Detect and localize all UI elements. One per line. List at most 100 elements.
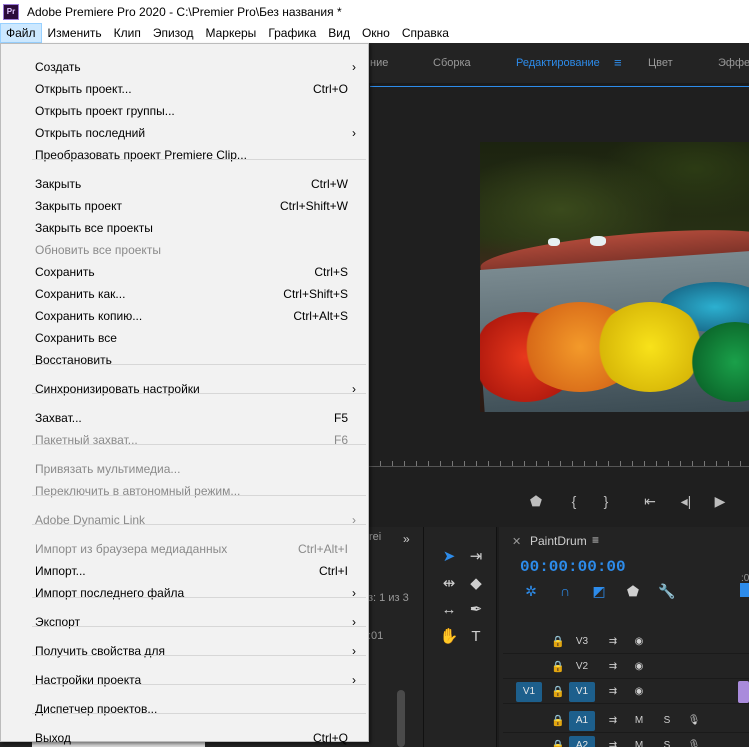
hamburger-icon[interactable]: ≡ xyxy=(592,533,599,547)
lock-icon[interactable]: 🔒 xyxy=(551,655,565,679)
workspace-tab-partial[interactable]: ние xyxy=(370,43,388,83)
sync-lock-icon[interactable]: ⇉ xyxy=(605,655,621,679)
snap-icon[interactable]: ∩ xyxy=(556,582,574,600)
pen-tool-icon[interactable]: ✒ xyxy=(464,598,488,622)
menu-8[interactable]: Справка xyxy=(396,23,455,43)
mark-out-icon[interactable]: } xyxy=(596,493,616,509)
ripple-edit-tool-icon[interactable]: ⇹ xyxy=(437,572,461,596)
solo-button[interactable]: S xyxy=(661,709,673,733)
eye-icon[interactable]: ◉ xyxy=(631,680,647,704)
menu-5[interactable]: Графика xyxy=(262,23,322,43)
add-marker-icon[interactable]: ⬟ xyxy=(624,582,642,600)
file-menu-item[interactable]: Импорт последнего файла › xyxy=(1,582,368,604)
mute-button[interactable]: M xyxy=(633,734,645,747)
file-menu-item: Adobe Dynamic Link › xyxy=(1,509,368,531)
project-panel-tab-fragment[interactable]: rei xyxy=(369,531,381,543)
hamburger-icon[interactable]: ≡ xyxy=(614,43,622,83)
selection-tool-icon[interactable]: ➤ xyxy=(437,545,461,569)
timeline-timecode[interactable]: 00:00:00:00 xyxy=(520,558,626,576)
eye-icon[interactable]: ◉ xyxy=(631,655,647,679)
file-menu-item[interactable]: Сохранить Ctrl+S xyxy=(1,261,368,283)
lock-icon[interactable]: 🔒 xyxy=(551,680,565,704)
timeline-track-video[interactable]: 🔒 V2 ⇉ ◉ xyxy=(503,655,749,679)
file-menu-item[interactable]: Закрыть проект Ctrl+Shift+W xyxy=(1,195,368,217)
type-tool-icon[interactable]: T xyxy=(464,625,488,649)
timeline-track-audio[interactable]: 🔒 A2 ⇉ M S 🎙 xyxy=(503,734,749,747)
play-icon[interactable]: ▶ xyxy=(710,493,730,510)
menu-4[interactable]: Маркеры xyxy=(199,23,262,43)
track-target[interactable]: V3 xyxy=(569,632,595,652)
file-menu-item[interactable]: Сохранить как... Ctrl+Shift+S xyxy=(1,283,368,305)
file-menu-item[interactable]: Настройки проекта › xyxy=(1,669,368,691)
track-target[interactable]: A2 xyxy=(569,736,595,747)
lock-icon[interactable]: 🔒 xyxy=(551,630,565,654)
file-menu-item[interactable]: Получить свойства для › xyxy=(1,640,368,662)
file-menu-item[interactable]: Диспетчер проектов... xyxy=(1,698,368,720)
menu-1[interactable]: Изменить xyxy=(42,23,108,43)
track-select-tool-icon[interactable]: ⇥ xyxy=(464,545,488,569)
source-patch[interactable]: V1 xyxy=(516,682,542,702)
sync-lock-icon[interactable]: ⇉ xyxy=(605,630,621,654)
step-back-icon[interactable]: ◂| xyxy=(676,493,696,510)
file-menu-item[interactable]: Экспорт › xyxy=(1,611,368,633)
panel-overflow-icon[interactable]: » xyxy=(403,532,410,546)
file-menu-item[interactable]: Восстановить xyxy=(1,349,368,371)
timeline-track-audio[interactable]: 🔒 A1 ⇉ M S 🎙 xyxy=(503,709,749,733)
timeline-track-video[interactable]: 🔒 V3 ⇉ ◉ xyxy=(503,630,749,654)
linked-selection-icon[interactable]: ◩ xyxy=(590,582,608,600)
file-menu-item[interactable]: Выход Ctrl+Q xyxy=(1,727,368,747)
workspace-tab-assembly[interactable]: Сборка xyxy=(433,43,471,83)
add-marker-icon[interactable]: ⬟ xyxy=(526,493,546,510)
playhead[interactable] xyxy=(740,583,749,597)
file-menu-item[interactable]: Открыть проект группы... xyxy=(1,100,368,122)
go-to-in-icon[interactable]: ⇤ xyxy=(640,493,660,510)
microphone-icon[interactable]: 🎙 xyxy=(687,734,701,747)
workspace-tab-editing[interactable]: Редактирование xyxy=(516,43,600,83)
file-menu-item[interactable]: Сохранить все xyxy=(1,327,368,349)
file-menu-item[interactable]: Сохранить копию... Ctrl+Alt+S xyxy=(1,305,368,327)
nest-icon[interactable]: ✲ xyxy=(522,582,540,600)
wrench-icon[interactable]: 🔧 xyxy=(658,582,676,600)
file-menu-item[interactable]: Импорт... Ctrl+I xyxy=(1,560,368,582)
workspace-tab-effects[interactable]: Эффе xyxy=(718,43,749,83)
file-menu-item[interactable]: Преобразовать проект Premiere Clip... xyxy=(1,144,368,166)
menu-3[interactable]: Эпизод xyxy=(147,23,200,43)
file-menu-item[interactable]: Синхронизировать настройки › xyxy=(1,378,368,400)
file-menu-item[interactable]: Закрыть Ctrl+W xyxy=(1,173,368,195)
timeline-track-video[interactable]: V1 🔒 V1 ⇉ ◉ xyxy=(503,680,749,704)
mute-button[interactable]: M xyxy=(633,709,645,733)
sync-lock-icon[interactable]: ⇉ xyxy=(605,709,621,733)
file-menu-item[interactable]: Открыть последний › xyxy=(1,122,368,144)
menu-2[interactable]: Клип xyxy=(108,23,147,43)
file-menu-item[interactable]: Закрыть все проекты xyxy=(1,217,368,239)
menu-7[interactable]: Окно xyxy=(356,23,396,43)
project-panel-scrollbar[interactable] xyxy=(397,690,405,747)
workspace-tab-color[interactable]: Цвет xyxy=(648,43,673,83)
lock-icon[interactable]: 🔒 xyxy=(551,709,565,733)
file-menu-item-shortcut: Ctrl+Q xyxy=(312,731,348,745)
file-menu-item[interactable]: Создать › xyxy=(1,56,368,78)
hand-tool-icon[interactable]: ✋ xyxy=(437,625,461,649)
track-target[interactable]: A1 xyxy=(569,711,595,731)
video-clip[interactable] xyxy=(738,681,749,703)
razor-tool-icon[interactable]: ◆ xyxy=(464,572,488,596)
track-target[interactable]: V1 xyxy=(569,682,595,702)
close-icon[interactable]: ✕ xyxy=(512,535,521,548)
monitor-time-ruler[interactable] xyxy=(368,455,749,467)
sync-lock-icon[interactable]: ⇉ xyxy=(605,680,621,704)
solo-button[interactable]: S xyxy=(661,734,673,747)
menu-6[interactable]: Вид xyxy=(322,23,356,43)
file-menu-item-label: Закрыть проект xyxy=(35,199,122,213)
file-menu-item[interactable]: Открыть проект... Ctrl+O xyxy=(1,78,368,100)
microphone-icon[interactable]: 🎙 xyxy=(687,709,701,733)
file-menu-item[interactable]: Захват... F5 xyxy=(1,407,368,429)
sequence-tab[interactable]: PaintDrum xyxy=(530,534,587,548)
sync-lock-icon[interactable]: ⇉ xyxy=(605,734,621,747)
mark-in-icon[interactable]: { xyxy=(564,493,584,509)
slip-tool-icon[interactable]: ↔ xyxy=(437,598,461,622)
file-menu-item: Обновить все проекты xyxy=(1,239,368,261)
lock-icon[interactable]: 🔒 xyxy=(551,734,565,747)
track-target[interactable]: V2 xyxy=(569,657,595,677)
eye-icon[interactable]: ◉ xyxy=(631,630,647,654)
menu-0[interactable]: Файл xyxy=(0,23,42,43)
